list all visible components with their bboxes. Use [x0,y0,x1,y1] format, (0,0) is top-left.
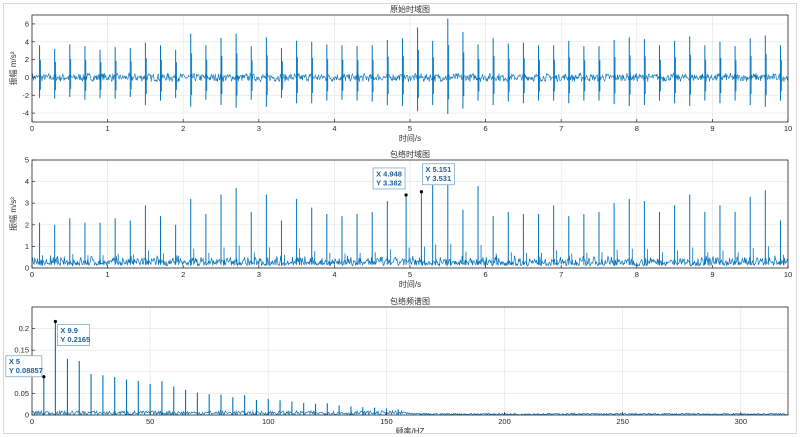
xtick-label: 6 [484,270,488,279]
xtick-label: 1 [106,124,110,133]
xtick-label: 200 [498,417,511,426]
datatip-y: Y 0.08857 [9,366,43,375]
xtick-label: 8 [635,270,639,279]
y-axis-label: 振幅 m/s² [8,197,18,231]
xtick-label: 7 [559,270,563,279]
datatip-marker [419,190,424,194]
xtick-label: 150 [380,417,393,426]
ytick-label: 4 [25,177,29,186]
ytick-label: 0.2 [19,324,29,333]
ytick-label: 0 [25,264,29,273]
xtick-label: 2 [181,270,185,279]
ytick-label: 0.15 [14,346,29,355]
xtick-label: 7 [559,124,563,133]
datatip-x: X 5 [9,357,20,366]
datatip-marker [42,375,46,379]
xtick-label: 9 [710,124,714,133]
datatip-x: X 5.151 [425,165,451,174]
xtick-label: 0 [30,270,34,279]
xtick-label: 300 [734,417,747,426]
xtick-label: 3 [257,270,261,279]
ytick-label: 0 [25,411,29,420]
xtick-label: 5 [408,124,412,133]
xtick-label: 4 [332,270,336,279]
axes-1: 0 1 2 3 4 5 6 7 8 9 10 -4 -2 0 2 4 6 原始时域图时间/s 振幅 m/s² [8,4,792,143]
xtick-label: 0 [30,417,34,426]
ytick-label: 2 [25,55,29,64]
xtick-label: 1 [106,270,110,279]
xtick-label: 6 [484,124,488,133]
plot-area [32,307,788,415]
datatip-y: Y 0.2165 [60,335,90,344]
xtick-label: 8 [635,124,639,133]
chart-title: 包络频谱图 [390,296,430,306]
ytick-label: -4 [22,109,29,118]
datatip-y: Y 3.382 [376,178,402,187]
chart-title: 原始时域图 [390,4,430,14]
datatip-marker [53,319,57,324]
x-axis-label: 时间/s [399,133,421,143]
ytick-label: -2 [22,91,29,100]
ytick-label: 1 [25,242,29,251]
xtick-label: 4 [332,124,336,133]
datatip-y: Y 3.531 [425,174,451,183]
xtick-label: 2 [181,124,185,133]
figure-window: 0 1 2 3 4 5 6 7 8 9 10 -4 -2 0 2 4 6 原始时域图 时间/s 振幅 m/s² 0 1 2 3… [3,3,797,434]
xtick-label: 50 [146,417,154,426]
datatip-x: X 9.9 [60,326,78,335]
axes-3: 05010015020025030000.050.10.150.2包络频谱图频率… [5,296,789,433]
xtick-label: 0 [30,124,34,133]
ytick-label: 0 [25,73,29,82]
xtick-label: 10 [784,270,792,279]
datatip[interactable]: X 5Y 0.08857 [5,355,46,379]
y-axis-label: 振幅 m/s² [8,51,18,85]
xtick-label: 100 [262,417,275,426]
xtick-label: 5 [408,270,412,279]
xtick-label: 3 [257,124,261,133]
ytick-label: 3 [25,199,29,208]
ytick-label: 6 [25,19,29,28]
datatip-x: X 4.948 [376,169,402,178]
datatip-marker [404,193,408,197]
xtick-label: 250 [616,417,629,426]
ytick-label: 5 [25,156,29,165]
xtick-label: 10 [784,124,792,133]
chart-title: 包络时域图 [390,149,430,159]
ytick-label: 4 [25,37,29,46]
xtick-label: 9 [710,270,714,279]
axes-2: 0 1 2 3 4 5 6 7 8 9 10 0 1 2 3 4 5 包络时域图时间/s 振幅 m/s² X 4.94… [8,149,792,289]
ytick-label: 2 [25,220,29,229]
x-axis-label: 时间/s [399,279,421,289]
ytick-label: 0.05 [14,389,29,398]
x-axis-label: 频率/HZ [396,426,425,433]
figure-canvas: 0 1 2 3 4 5 6 7 8 9 10-4-20246原始时域图时间/s振幅 m/s²0 1 2 3… [5,4,792,433]
